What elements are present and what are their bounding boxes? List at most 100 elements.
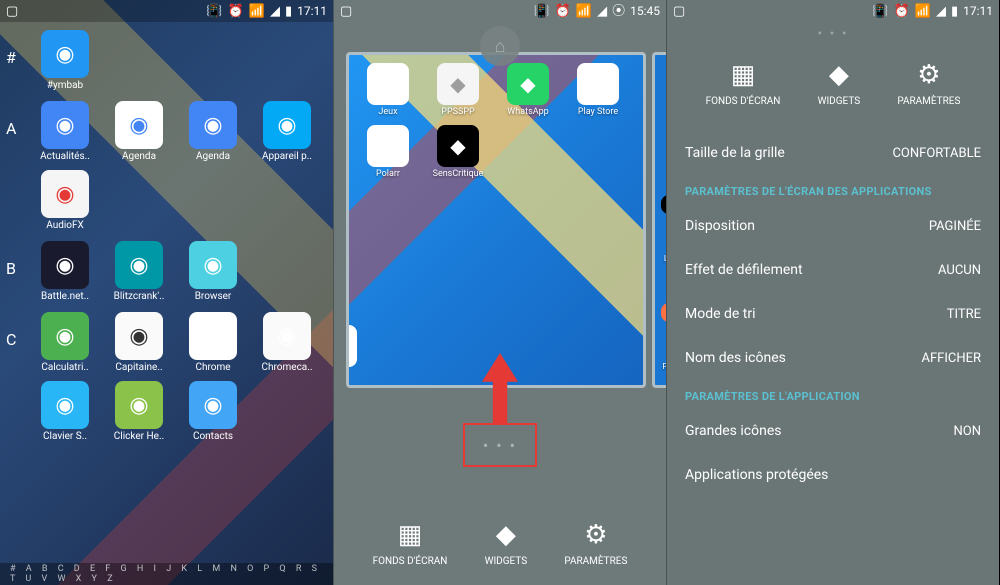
- screenshot-icon: ▢: [6, 5, 18, 18]
- app-icon: ◆: [507, 63, 549, 105]
- app-label: #ymbab: [30, 80, 100, 91]
- section-letter: C: [6, 312, 30, 349]
- app-item[interactable]: ◆ Play Store: [563, 63, 633, 117]
- app-icon: ◆: [367, 63, 409, 105]
- setting-row[interactable]: Taille de la grilleCONFORTABLE: [667, 131, 999, 175]
- setting-row[interactable]: Mode de triTITRE: [667, 292, 999, 336]
- app-label: Appareil p..: [252, 151, 322, 162]
- app-item[interactable]: ◆Jeux: [353, 63, 423, 117]
- tool-label: WIDGETS: [818, 96, 861, 107]
- app-icon: ◉: [189, 381, 237, 429]
- setting-value: CONFORTABLE: [892, 146, 981, 161]
- app-item[interactable]: ◉Clicker He..: [104, 381, 174, 442]
- setting-row[interactable]: Applications protégées: [667, 453, 999, 497]
- app-item[interactable]: ◉ #ymbab: [30, 30, 100, 91]
- app-icon: ◉: [41, 312, 89, 360]
- vibrate-icon: 📳: [206, 5, 222, 18]
- app-item[interactable]: ◉Battle.net..: [30, 241, 100, 302]
- app-item[interactable]: ◉ Agenda: [178, 101, 248, 162]
- app-label: Chrome: [178, 362, 248, 373]
- wallpapers-button[interactable]: ▦FONDS D'ÉCRAN: [706, 60, 781, 107]
- app-icon: ◉: [263, 312, 311, 360]
- drawer-section: B◉Battle.net..◉Blitzcrank'..◉Browser: [6, 241, 327, 308]
- home-button[interactable]: ⌂: [480, 26, 520, 66]
- alphabet-scrubber[interactable]: # A B C D E F G H I J K L M N O P Q R S …: [0, 563, 333, 585]
- screen-home-overview: ▢ 📳 ⏰ 📶 ◢ ⦿ 15:45 ⌂ ◆Jeux◆PPSSPP◆WhatsAp…: [333, 0, 666, 585]
- app-icon: ◆: [437, 125, 479, 167]
- setting-label: Nom des icônes: [685, 350, 786, 366]
- app-label: Blitzcrank'..: [104, 291, 174, 302]
- app-item[interactable]: ◉AudioFX: [30, 170, 100, 231]
- app-label: Agenda: [104, 151, 174, 162]
- next-screen-preview[interactable]: M Le Mo.. ⊙ Podcast: [652, 52, 666, 388]
- wifi-icon: 📶: [915, 5, 931, 18]
- setting-label: Grandes icônes: [685, 423, 781, 439]
- settings-icon: ⚙: [564, 520, 627, 550]
- app-icon[interactable]: 🖼: [346, 325, 357, 367]
- setting-row[interactable]: Grandes icônesNON: [667, 409, 999, 453]
- drawer-section: C◉Calculatri..◉Capitaine..◉Chrome◉Chrome…: [6, 312, 327, 448]
- app-icon: ◉: [189, 241, 237, 289]
- app-icon: ◉: [115, 101, 163, 149]
- widgets-button[interactable]: ◆WIDGETS: [818, 60, 861, 107]
- app-icon: ◉: [263, 101, 311, 149]
- signal-icon: ◢: [270, 5, 280, 18]
- app-label: Chromeca..: [252, 362, 322, 373]
- app-item[interactable]: ◉Browser: [178, 241, 248, 302]
- app-item[interactable]: ◉ Calculatri..: [30, 312, 100, 373]
- status-bar: ▢ 📳 ⏰ 📶 ◢ ⦿ 15:45: [334, 0, 666, 22]
- app-item[interactable]: ◉ Agenda: [104, 101, 174, 162]
- screenshot-icon: ▢: [673, 5, 685, 18]
- app-drawer-content[interactable]: #◉#ymbabA◉Actualités..◉Agenda◉Agenda◉App…: [0, 22, 333, 562]
- app-label: SensCritique: [423, 169, 493, 179]
- app-item[interactable]: ◉Blitzcrank'..: [104, 241, 174, 302]
- launcher-tools-row: ▦FONDS D'ÉCRAN ◆WIDGETS ⚙PARAMÈTRES: [667, 42, 999, 131]
- setting-label: Effet de défilement: [685, 262, 803, 278]
- status-bar: ▢ 📳 ⏰ 📶 ◢ ▮ 17:11: [0, 0, 333, 22]
- wallpapers-icon: ▦: [706, 60, 781, 90]
- screen-app-drawer: ▢ 📳 ⏰ 📶 ◢ ▮ 17:11 #◉#ymbabA◉Actualités..…: [0, 0, 333, 585]
- widgets-icon: ◆: [485, 520, 528, 550]
- wallpapers-icon: ▦: [373, 520, 448, 550]
- app-item[interactable]: ◉Clavier S..: [30, 381, 100, 442]
- tool-label: PARAMÈTRES: [897, 96, 960, 107]
- home-preview-area: ◆Jeux◆PPSSPP◆WhatsApp◆Play Store◆Polarr◆…: [346, 52, 666, 388]
- setting-row[interactable]: DispositionPAGINÉE: [667, 204, 999, 248]
- app-item[interactable]: ◉Contacts: [178, 381, 248, 442]
- home-screen-preview[interactable]: ◆Jeux◆PPSSPP◆WhatsApp◆Play Store◆Polarr◆…: [346, 52, 646, 388]
- battery-icon: ▮: [285, 5, 292, 18]
- app-item[interactable]: ◉Actualités..: [30, 101, 100, 162]
- app-item[interactable]: ◆ SensCritique: [423, 125, 493, 179]
- setting-row[interactable]: Effet de défilementAUCUN: [667, 248, 999, 292]
- wifi-icon: 📶: [576, 5, 592, 18]
- app-icon: ◆: [577, 63, 619, 105]
- app-label: Play Store: [563, 107, 633, 117]
- app-icon: ◉: [189, 101, 237, 149]
- app-icon: ◉: [41, 30, 89, 78]
- setting-row[interactable]: Nom des icônesAFFICHER: [667, 336, 999, 380]
- app-item[interactable]: ◉Capitaine..: [104, 312, 174, 373]
- app-label: Calculatri..: [30, 362, 100, 373]
- launcher-tools-row: ▦FONDS D'ÉCRAN ◆WIDGETS ⚙PARAMÈTRES: [334, 520, 666, 567]
- settings-button[interactable]: ⚙PARAMÈTRES: [564, 520, 627, 567]
- settings-section-header: PARAMÈTRES DE L'APPLICATION: [667, 380, 999, 409]
- signal-icon: ◢: [936, 5, 946, 18]
- app-item[interactable]: ◉ Chromeca..: [252, 312, 322, 373]
- wallpapers-button[interactable]: ▦FONDS D'ÉCRAN: [373, 520, 448, 567]
- wifi-icon: 📶: [249, 5, 265, 18]
- battery-icon: ▮: [951, 5, 958, 18]
- app-item[interactable]: ◆PPSSPP: [423, 63, 493, 117]
- drag-handle-icon[interactable]: • • •: [667, 26, 999, 42]
- widgets-button[interactable]: ◆WIDGETS: [485, 520, 528, 567]
- app-item[interactable]: ◉ Appareil p..: [252, 101, 322, 162]
- vibrate-icon: 📳: [534, 5, 550, 18]
- drawer-section: A◉Actualités..◉Agenda◉Agenda◉Appareil p.…: [6, 101, 327, 237]
- app-label: Agenda: [178, 151, 248, 162]
- app-icon: ◆: [437, 63, 479, 105]
- settings-button[interactable]: ⚙PARAMÈTRES: [897, 60, 960, 107]
- app-item[interactable]: ◆Polarr: [353, 125, 423, 179]
- app-item[interactable]: ◆WhatsApp: [493, 63, 563, 117]
- settings-list[interactable]: Taille de la grilleCONFORTABLEPARAMÈTRES…: [667, 131, 999, 497]
- settings-section-header: PARAMÈTRES DE L'ÉCRAN DES APPLICATIONS: [667, 175, 999, 204]
- app-item[interactable]: ◉Chrome: [178, 312, 248, 373]
